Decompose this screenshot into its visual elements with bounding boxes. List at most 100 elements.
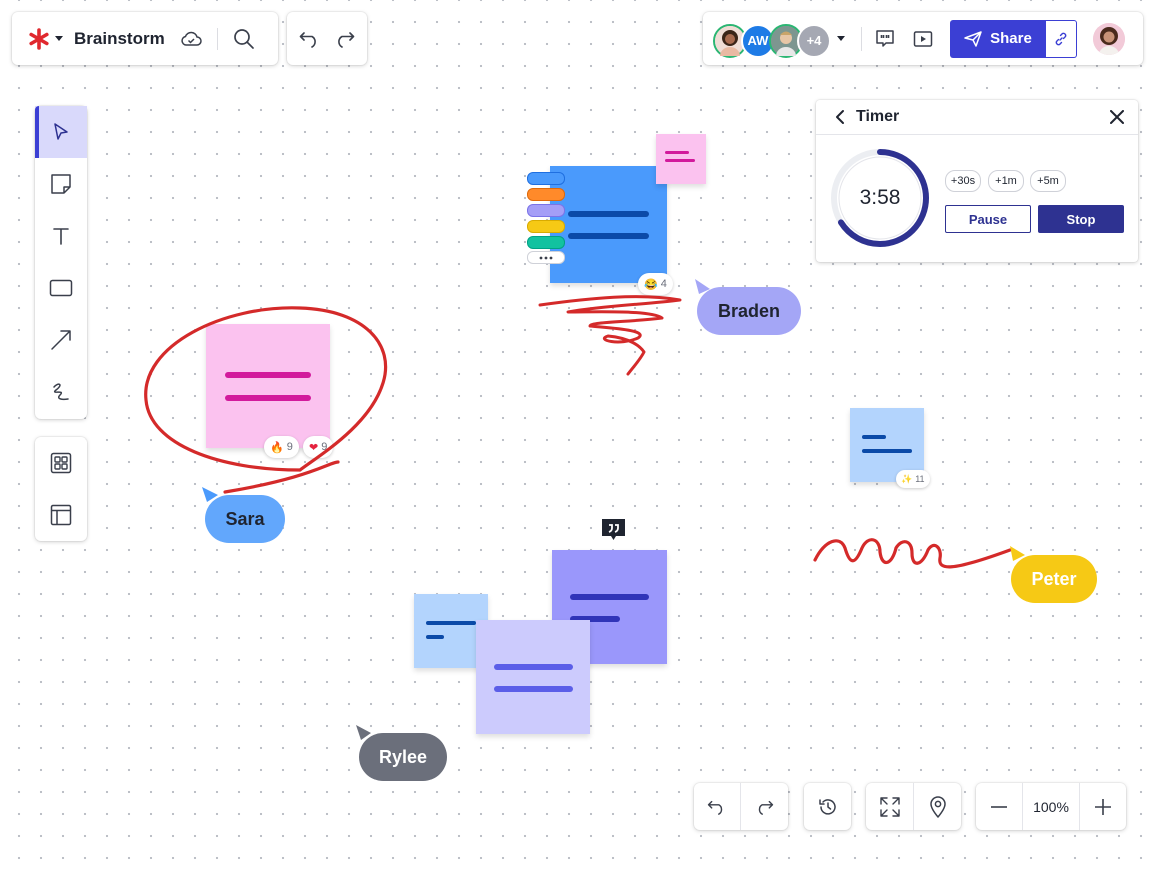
- chevron-left-icon[interactable]: [832, 109, 848, 125]
- layout-panel-icon: [50, 504, 72, 526]
- sticky-note-tool[interactable]: [35, 158, 87, 210]
- reaction-sparkle[interactable]: ✨ 11: [896, 470, 930, 488]
- zoom-bar: 100%: [976, 783, 1126, 830]
- divider: [216, 27, 218, 50]
- sticky-text-line: [568, 211, 649, 217]
- plus-icon[interactable]: [1080, 798, 1126, 815]
- add-5m-button[interactable]: +5m: [1030, 170, 1066, 192]
- sticky-note-icon: [51, 174, 71, 194]
- laugh-emoji-icon: 😂: [644, 278, 658, 291]
- sticky-note-pink-small[interactable]: [656, 134, 706, 184]
- cloud-saved-icon[interactable]: [179, 31, 203, 47]
- copy-link-button[interactable]: [1046, 19, 1077, 58]
- connector-tool[interactable]: [35, 314, 87, 366]
- tool-palette: [35, 106, 87, 419]
- rectangle-icon: [49, 279, 73, 297]
- undo-icon[interactable]: [299, 30, 321, 48]
- text-icon: [53, 228, 69, 245]
- timer-panel: Timer 3:58 +30s +1m +5m Pause Stop: [816, 100, 1138, 262]
- search-icon[interactable]: [232, 28, 256, 50]
- fit-screen-icon[interactable]: [866, 796, 913, 818]
- pen-scribble-icon: [53, 383, 69, 401]
- cursor-label-sara: Sara: [205, 495, 285, 543]
- chevron-down-icon[interactable]: [835, 35, 847, 42]
- send-icon: [964, 30, 982, 47]
- sparkle-emoji-icon: ✨: [901, 473, 913, 484]
- undo-redo-bar: [287, 12, 367, 65]
- sticky-text-line: [494, 664, 573, 670]
- reaction-laugh[interactable]: 😂 4: [638, 273, 673, 295]
- more-dots-icon: [539, 256, 553, 259]
- close-icon[interactable]: [1108, 110, 1126, 124]
- zoom-level[interactable]: 100%: [1023, 799, 1079, 815]
- reaction-fire[interactable]: 🔥 9: [264, 436, 299, 458]
- cursor-arrow-icon: [54, 123, 68, 140]
- select-tool[interactable]: [35, 106, 87, 158]
- sticky-text-line: [862, 435, 886, 439]
- board-title[interactable]: Brainstorm: [74, 29, 165, 49]
- layout-tool[interactable]: [35, 489, 87, 541]
- tool-palette-secondary: [35, 437, 87, 541]
- history-bar: [804, 783, 851, 830]
- timer-header: Timer: [816, 100, 1138, 135]
- present-play-icon[interactable]: [912, 30, 934, 48]
- cursor-label-peter: Peter: [1011, 555, 1097, 603]
- color-swatch-teal[interactable]: [527, 236, 565, 249]
- pen-tool[interactable]: [35, 366, 87, 418]
- location-pin-icon[interactable]: [914, 795, 961, 818]
- sticky-text-line: [568, 233, 649, 239]
- bottom-undo-redo-bar: [694, 783, 788, 830]
- more-colors-button[interactable]: [527, 251, 565, 264]
- marker-wave-stroke: [813, 538, 1012, 569]
- redo-icon[interactable]: [333, 30, 355, 48]
- text-tool[interactable]: [35, 210, 87, 262]
- minus-icon[interactable]: [976, 805, 1022, 808]
- sticky-text-line: [494, 686, 573, 692]
- heart-emoji-icon: ❤: [309, 441, 319, 454]
- fire-emoji-icon: 🔥: [270, 441, 284, 454]
- undo-icon[interactable]: [694, 799, 740, 815]
- comment-indicator-icon[interactable]: [600, 517, 627, 543]
- reaction-heart[interactable]: ❤ 9: [303, 436, 334, 458]
- add-1m-button[interactable]: +1m: [988, 170, 1024, 192]
- sticky-text-line: [225, 395, 311, 401]
- templates-tool[interactable]: [35, 437, 87, 489]
- stop-button[interactable]: Stop: [1038, 205, 1124, 233]
- avatar-more[interactable]: +4: [797, 23, 831, 58]
- sticky-text-line: [426, 621, 476, 625]
- cursor-label-rylee: Rylee: [359, 733, 447, 781]
- my-avatar[interactable]: [1093, 22, 1125, 55]
- asterisk-logo-icon[interactable]: [26, 26, 52, 52]
- add-30s-button[interactable]: +30s: [945, 170, 981, 192]
- color-swatch-orange[interactable]: [527, 188, 565, 201]
- timer-title: Timer: [856, 108, 900, 125]
- sticky-text-line: [665, 159, 695, 162]
- collaborator-avatars[interactable]: AW +4: [713, 22, 831, 58]
- sticky-note-lavender[interactable]: [476, 620, 590, 734]
- sticky-text-line: [570, 594, 649, 600]
- collaboration-bar: AW +4 Share: [703, 12, 1143, 65]
- share-button[interactable]: Share: [950, 19, 1046, 58]
- history-icon[interactable]: [818, 797, 838, 817]
- board-title-bar: Brainstorm: [12, 12, 278, 65]
- color-swatch-yellow[interactable]: [527, 220, 565, 233]
- shape-tool[interactable]: [35, 262, 87, 314]
- arrow-line-icon: [51, 330, 71, 350]
- link-icon: [1055, 32, 1067, 45]
- sticky-note-blue[interactable]: [550, 166, 667, 283]
- sticky-text-line: [862, 449, 912, 453]
- cursor-label-braden: Braden: [697, 287, 801, 335]
- chevron-down-icon[interactable]: [54, 35, 64, 42]
- redo-icon[interactable]: [741, 799, 787, 815]
- navigation-bar: [866, 783, 961, 830]
- color-swatch-purple[interactable]: [527, 204, 565, 217]
- templates-grid-icon: [50, 452, 72, 474]
- color-swatch-blue[interactable]: [527, 172, 565, 185]
- pause-button[interactable]: Pause: [945, 205, 1031, 233]
- sticky-text-line: [665, 151, 689, 154]
- comment-quote-icon[interactable]: [874, 29, 896, 49]
- divider: [861, 26, 862, 51]
- timer-time-remaining: 3:58: [859, 186, 901, 209]
- marker-scribble-stroke: [538, 295, 682, 376]
- sticky-note-pink[interactable]: [206, 324, 330, 448]
